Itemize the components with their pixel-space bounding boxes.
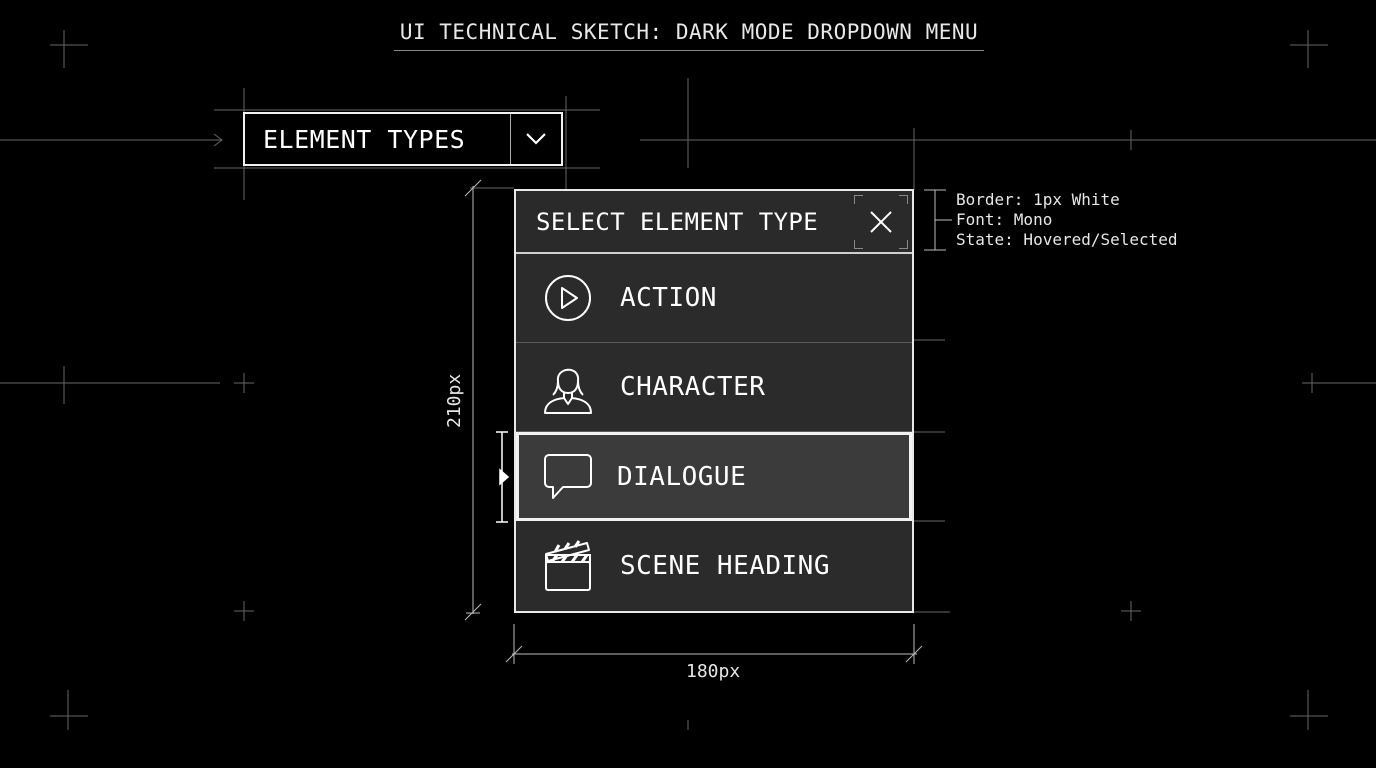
menu-item-scene-heading[interactable]: SCENE HEADING — [516, 521, 912, 610]
dropdown-trigger[interactable]: ELEMENT TYPES — [243, 112, 563, 166]
dropdown-header: SELECT ELEMENT TYPE — [516, 191, 912, 254]
chevron-down-icon[interactable] — [510, 114, 561, 164]
dropdown-trigger-label: ELEMENT TYPES — [263, 124, 466, 154]
sketch-title: UI TECHNICAL SKETCH: DARK MODE DROPDOWN … — [394, 20, 984, 51]
clapperboard-icon — [516, 539, 620, 592]
annotation-notes: Border: 1px White Font: Mono State: Hove… — [956, 190, 1178, 250]
menu-item-label: ACTION — [620, 283, 717, 313]
menu-item-label: DIALOGUE — [617, 461, 747, 492]
annotation-note: Border: 1px White — [956, 190, 1120, 209]
menu-item-label: SCENE HEADING — [620, 550, 830, 581]
width-dimension-label: 180px — [686, 661, 741, 682]
menu-item-label: CHARACTER — [620, 372, 766, 402]
dropdown-title: SELECT ELEMENT TYPE — [536, 207, 819, 236]
close-icon — [870, 210, 892, 233]
person-icon — [516, 359, 620, 415]
play-circle-icon — [516, 274, 620, 322]
height-dimension-label: 210px — [444, 373, 465, 428]
menu-item-action[interactable]: ACTION — [516, 254, 912, 343]
close-button[interactable] — [854, 194, 908, 249]
dropdown-panel: SELECT ELEMENT TYPE ACTION CHARACTER DIA… — [514, 189, 914, 613]
annotation-note: Font: Mono — [956, 210, 1053, 229]
menu-item-character[interactable]: CHARACTER — [516, 343, 912, 432]
annotation-note: State: Hovered/Selected — [956, 230, 1178, 249]
menu-item-dialogue[interactable]: DIALOGUE — [516, 432, 912, 521]
speech-bubble-icon — [519, 453, 617, 501]
